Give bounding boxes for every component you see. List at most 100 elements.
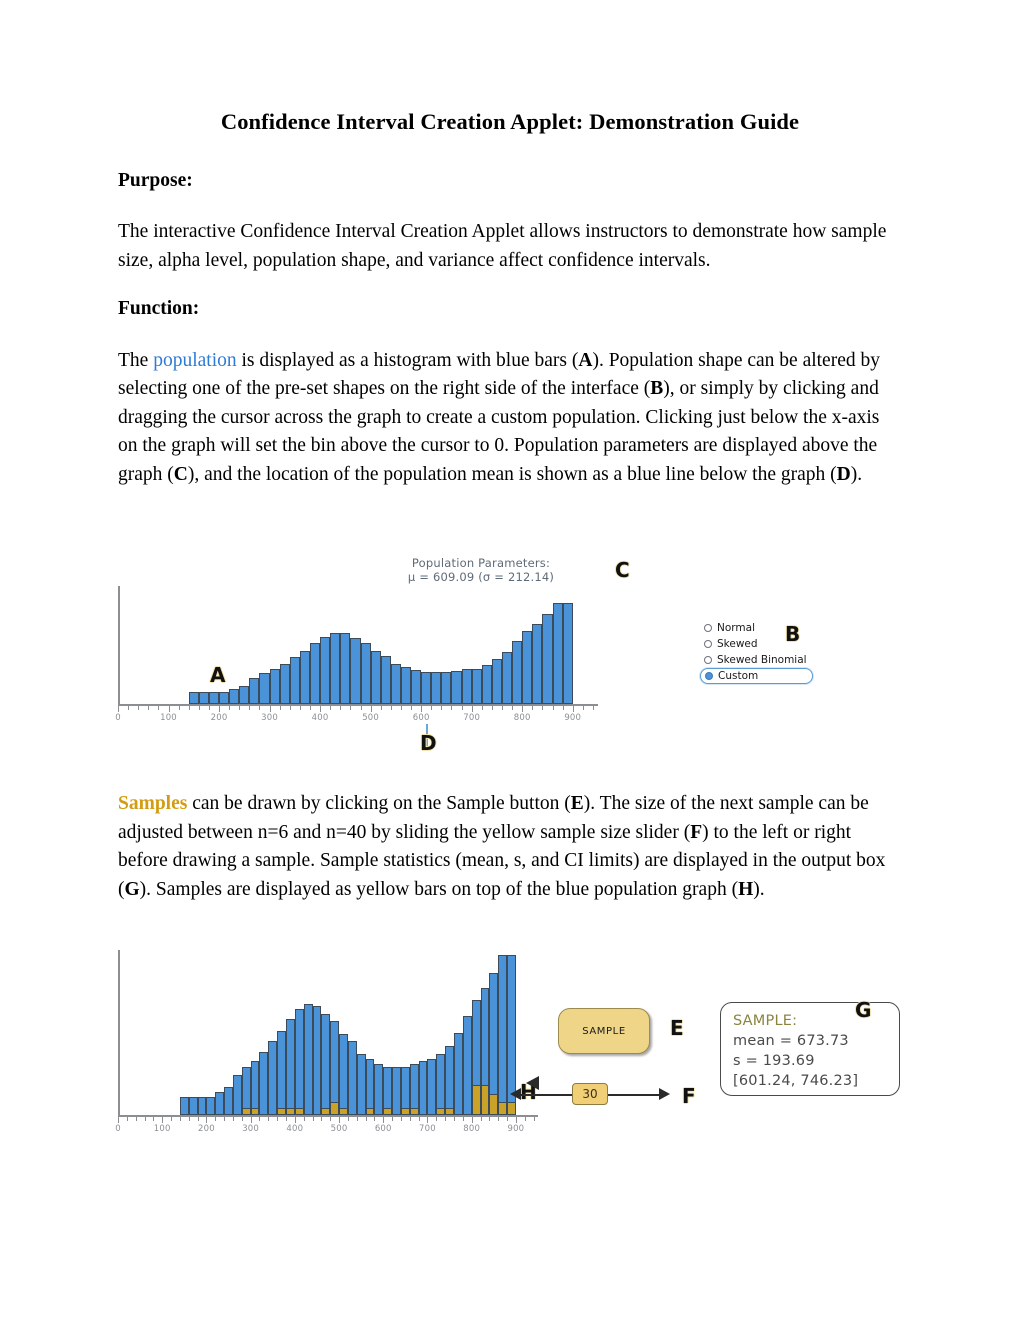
population-bar[interactable] (350, 637, 361, 704)
population-bar[interactable] (441, 672, 452, 704)
population-bar[interactable] (370, 650, 381, 704)
population-bar[interactable] (436, 1053, 446, 1115)
population-bar[interactable] (208, 692, 220, 704)
population-bar[interactable] (219, 692, 230, 704)
sample-bar[interactable] (277, 1108, 286, 1115)
population-bar[interactable] (365, 1058, 375, 1115)
population-bar[interactable] (320, 636, 331, 704)
arrow-right-icon[interactable] (659, 1088, 670, 1100)
population-bar[interactable] (188, 692, 199, 704)
shape-option-custom[interactable]: Custom (700, 668, 813, 684)
population-chart-plot[interactable]: 0 100 200 300 400 500 600 700 800 900 (115, 586, 598, 746)
population-bar[interactable] (206, 1096, 216, 1115)
population-bar[interactable] (445, 1045, 454, 1115)
population-bar[interactable] (360, 642, 371, 704)
population-bar[interactable] (259, 1052, 269, 1115)
population-bar[interactable] (390, 663, 401, 704)
sample-bar[interactable] (339, 1108, 348, 1115)
sample-bar[interactable] (409, 1108, 419, 1115)
sample-bar[interactable] (241, 1108, 251, 1115)
population-bar[interactable] (431, 672, 442, 704)
population-bar[interactable] (269, 668, 280, 704)
population-shape-options[interactable]: Normal Skewed Skewed Binomial Custom (700, 620, 820, 684)
population-bar[interactable] (502, 652, 513, 704)
population-bar[interactable] (451, 670, 462, 704)
sample-button[interactable]: SAMPLE (558, 1008, 650, 1054)
radio-icon[interactable] (704, 624, 712, 632)
population-bar[interactable] (471, 668, 482, 704)
radio-icon[interactable] (704, 656, 712, 664)
population-bar[interactable] (330, 633, 341, 704)
sample-bar[interactable] (365, 1108, 375, 1115)
population-bar[interactable] (542, 614, 553, 704)
population-bar[interactable] (461, 668, 472, 704)
sample-bar[interactable] (250, 1108, 260, 1115)
radio-icon[interactable] (704, 640, 712, 648)
population-bar[interactable] (409, 1063, 419, 1115)
population-bar[interactable] (279, 663, 290, 704)
population-bar[interactable] (400, 667, 412, 704)
sample-bar[interactable] (480, 1085, 490, 1115)
population-bar[interactable] (188, 1096, 198, 1115)
population-bar[interactable] (179, 1096, 189, 1115)
sample-bar[interactable] (436, 1108, 446, 1115)
population-bar[interactable] (259, 673, 270, 704)
radio-icon-selected[interactable] (705, 672, 713, 680)
population-bar[interactable] (532, 623, 543, 704)
population-bar[interactable] (512, 641, 523, 704)
population-bar[interactable] (522, 630, 533, 704)
population-bar[interactable] (198, 692, 209, 704)
sample-bar[interactable] (400, 1108, 410, 1115)
population-bar[interactable] (321, 1014, 331, 1115)
shape-option-skewed-binomial[interactable]: Skewed Binomial (700, 652, 820, 668)
population-bar[interactable] (197, 1096, 207, 1115)
population-bar[interactable] (232, 1075, 242, 1115)
population-bar[interactable] (339, 1034, 348, 1115)
population-bar[interactable] (303, 1004, 313, 1115)
population-bar[interactable] (462, 1016, 472, 1115)
sample-bar[interactable] (294, 1108, 304, 1115)
population-bar[interactable] (310, 642, 321, 704)
population-bar[interactable] (312, 1006, 322, 1115)
population-bar[interactable] (491, 659, 502, 704)
sample-bar[interactable] (286, 1108, 295, 1115)
population-bar[interactable] (277, 1030, 286, 1115)
population-bar[interactable] (299, 650, 310, 704)
sample-bar[interactable] (489, 1093, 499, 1115)
sample-bar[interactable] (471, 1085, 481, 1115)
population-bar[interactable] (286, 1019, 295, 1115)
population-bar[interactable] (498, 954, 508, 1115)
population-bar[interactable] (250, 1060, 260, 1115)
population-bar[interactable] (454, 1032, 463, 1115)
sample-bar[interactable] (445, 1108, 454, 1115)
population-bar[interactable] (239, 686, 250, 704)
population-bar[interactable] (215, 1091, 225, 1115)
sample-bar[interactable] (321, 1108, 331, 1115)
population-bar[interactable] (249, 678, 260, 704)
population-bar[interactable] (427, 1058, 437, 1115)
population-bar[interactable] (289, 656, 300, 704)
slider-thumb[interactable]: 30 (572, 1083, 608, 1105)
population-bar[interactable] (374, 1063, 384, 1115)
population-bar[interactable] (392, 1067, 401, 1115)
population-bar[interactable] (380, 655, 391, 704)
sample-bar[interactable] (330, 1101, 340, 1115)
population-bar[interactable] (229, 688, 240, 704)
population-bar[interactable] (562, 602, 573, 704)
population-bar[interactable] (418, 1060, 428, 1115)
population-bar[interactable] (552, 602, 563, 704)
population-bar[interactable] (340, 633, 351, 704)
population-bar[interactable] (224, 1086, 233, 1115)
population-bar[interactable] (268, 1040, 278, 1115)
sample-chart-plot[interactable]: 0 100 200 300 400 500 600 700 800 900 (115, 950, 538, 1145)
population-bar[interactable] (481, 665, 492, 704)
population-bar[interactable] (356, 1053, 366, 1115)
population-bar[interactable] (294, 1009, 304, 1115)
population-bar[interactable] (347, 1040, 357, 1115)
sample-bar[interactable] (383, 1108, 393, 1115)
shape-option-skewed[interactable]: Skewed (700, 636, 820, 652)
population-bar[interactable] (421, 672, 432, 704)
sample-size-slider[interactable]: 30 (510, 1082, 670, 1108)
sample-bar[interactable] (498, 1101, 508, 1115)
population-bar[interactable] (411, 669, 422, 704)
